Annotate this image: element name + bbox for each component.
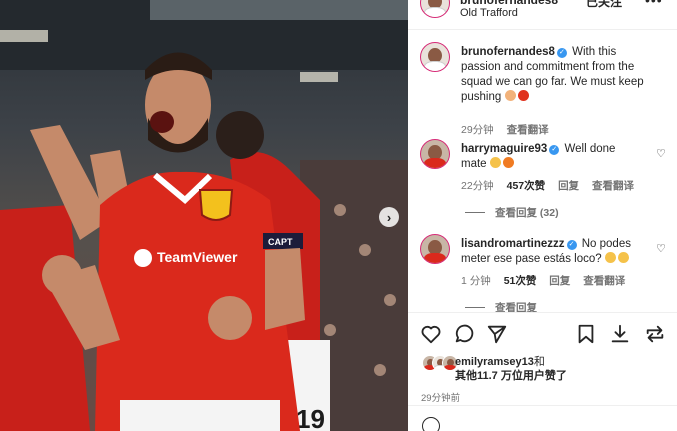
author-username[interactable]: brunofernandes8 (460, 0, 558, 7)
likes-count[interactable]: 其他11.7 万位用户赞了 (455, 370, 567, 382)
translate-button[interactable]: 查看翻译 (592, 180, 634, 192)
next-photo-button[interactable]: › (379, 207, 399, 227)
likes-text: emilyramsey13和 其他11.7 万位用户赞了 (455, 355, 567, 383)
view-replies-button[interactable]: 查看回复 (32) (465, 205, 559, 220)
heart-icon[interactable] (420, 323, 442, 345)
comment-time: 1 分钟 (461, 275, 491, 287)
captain-armband-text: CAPT (268, 237, 293, 247)
reply-button[interactable]: 回复 (558, 180, 579, 192)
laughing-emoji-icon (617, 252, 629, 263)
stadium-light (0, 30, 48, 42)
view-replies-button[interactable]: 查看回复 (465, 300, 537, 312)
club-crest (198, 189, 234, 221)
comment-body: mate (461, 158, 487, 170)
download-icon[interactable] (609, 323, 631, 345)
liker-username[interactable]: emilyramsey13 (455, 356, 534, 368)
sponsor-text: TeamViewer (157, 249, 238, 265)
commenter-username[interactable]: brunofernandes8 (461, 46, 555, 58)
likes-connector: 和 (533, 356, 545, 368)
shirt-number: 19 (296, 404, 325, 431)
verified-badge-icon: ✓ (556, 48, 567, 58)
bookmark-icon[interactable] (575, 323, 597, 345)
flexed-biceps-emoji-icon (504, 90, 516, 101)
post-header: brunofernandes8 已关注 Old Trafford ••• (408, 0, 677, 30)
repost-icon[interactable] (644, 323, 666, 345)
crowd-face (359, 244, 371, 256)
player-left-fist (42, 255, 82, 295)
commenter-username[interactable]: lisandromartinezzz (461, 238, 565, 250)
view-replies-label: 查看回复 (495, 302, 537, 312)
comment-time: 22分钟 (461, 180, 494, 192)
player-right-fist (208, 296, 252, 340)
caption-text: brunofernandes8 ✓ With this passion and c… (461, 45, 671, 105)
like-comment-heart-icon[interactable]: ♡ (656, 147, 666, 160)
player-shorts (120, 400, 280, 431)
commenter-username[interactable]: harrymaguire93 (461, 143, 547, 155)
post-photo-illustration: 19 TeamViewer CAPT (0, 0, 408, 431)
view-replies-label: 查看回复 (32) (495, 207, 559, 219)
translate-button[interactable]: 查看翻译 (507, 124, 549, 136)
send-icon[interactable] (486, 323, 508, 345)
comment-body: pushing (461, 91, 502, 103)
post-photo: 19 TeamViewer CAPT › (0, 0, 408, 431)
divider-line (465, 212, 485, 213)
player-mouth (150, 111, 174, 133)
comment-body: Well done (564, 143, 616, 155)
player-right-arm (265, 248, 305, 330)
comment-body: passion and commitment from the (461, 61, 635, 73)
crowd-face (384, 294, 396, 306)
verified-badge-icon: ✓ (549, 145, 560, 155)
crowd-face (324, 324, 336, 336)
comment-body: With this (572, 46, 617, 58)
fire-emoji-icon (502, 157, 514, 168)
post-timestamp: 29分钟前 (421, 393, 461, 404)
stadium-light (150, 0, 408, 20)
commenter-avatar[interactable] (420, 139, 450, 169)
likes-summary: emilyramsey13和 其他11.7 万位用户赞了 (408, 352, 677, 392)
comment-likes[interactable]: 51次赞 (504, 275, 537, 287)
comment-body: meter ese pase estás loco? (461, 253, 602, 265)
comment-text: harrymaguire93 ✓ Well done mate (461, 142, 651, 172)
laughing-emoji-icon (604, 252, 616, 263)
comment-time: 29分钟 (461, 124, 494, 136)
reply-button[interactable]: 回复 (549, 275, 570, 287)
red-circle-emoji-icon (517, 90, 529, 101)
commenter-avatar[interactable] (420, 234, 450, 264)
sponsor-logo (134, 249, 152, 267)
verified-badge-icon: ✓ (566, 240, 577, 250)
comment-body: squad we can go far. We must keep (461, 76, 644, 88)
hands-emoji-icon (489, 157, 501, 168)
add-comment-bar[interactable] (408, 405, 677, 431)
comments-list[interactable]: brunofernandes8 ✓ With this passion and c… (408, 30, 677, 312)
comment-body: No podes (581, 238, 631, 250)
comment-likes[interactable]: 457次赞 (507, 180, 546, 192)
like-comment-heart-icon[interactable]: ♡ (656, 242, 666, 255)
comment-meta: 29分钟 查看翻译 (461, 122, 559, 137)
chevron-right-icon: › (386, 209, 392, 225)
comment-meta: 1 分钟 51次赞 回复 查看翻译 (461, 273, 635, 288)
post-actions (408, 312, 677, 352)
stadium-light (300, 72, 338, 82)
more-horizontal-icon[interactable]: ••• (645, 0, 663, 8)
author-avatar[interactable] (420, 0, 450, 18)
following-status[interactable]: 已关注 (586, 0, 622, 10)
crowd-face (334, 204, 346, 216)
teammate-right-head (216, 111, 264, 159)
comment-meta: 22分钟 457次赞 回复 查看翻译 (461, 178, 644, 193)
crowd-face (374, 364, 386, 376)
comment-text: lisandromartinezzz ✓ No podes meter ese p… (461, 237, 651, 267)
translate-button[interactable]: 查看翻译 (583, 275, 625, 287)
commenter-avatar[interactable] (420, 42, 450, 72)
comment-icon[interactable] (453, 323, 475, 345)
post-location[interactable]: Old Trafford (460, 7, 518, 19)
divider-line (465, 307, 485, 308)
post-side-panel: brunofernandes8 已关注 Old Trafford ••• bru… (408, 0, 677, 431)
emoji-icon[interactable] (422, 417, 440, 431)
